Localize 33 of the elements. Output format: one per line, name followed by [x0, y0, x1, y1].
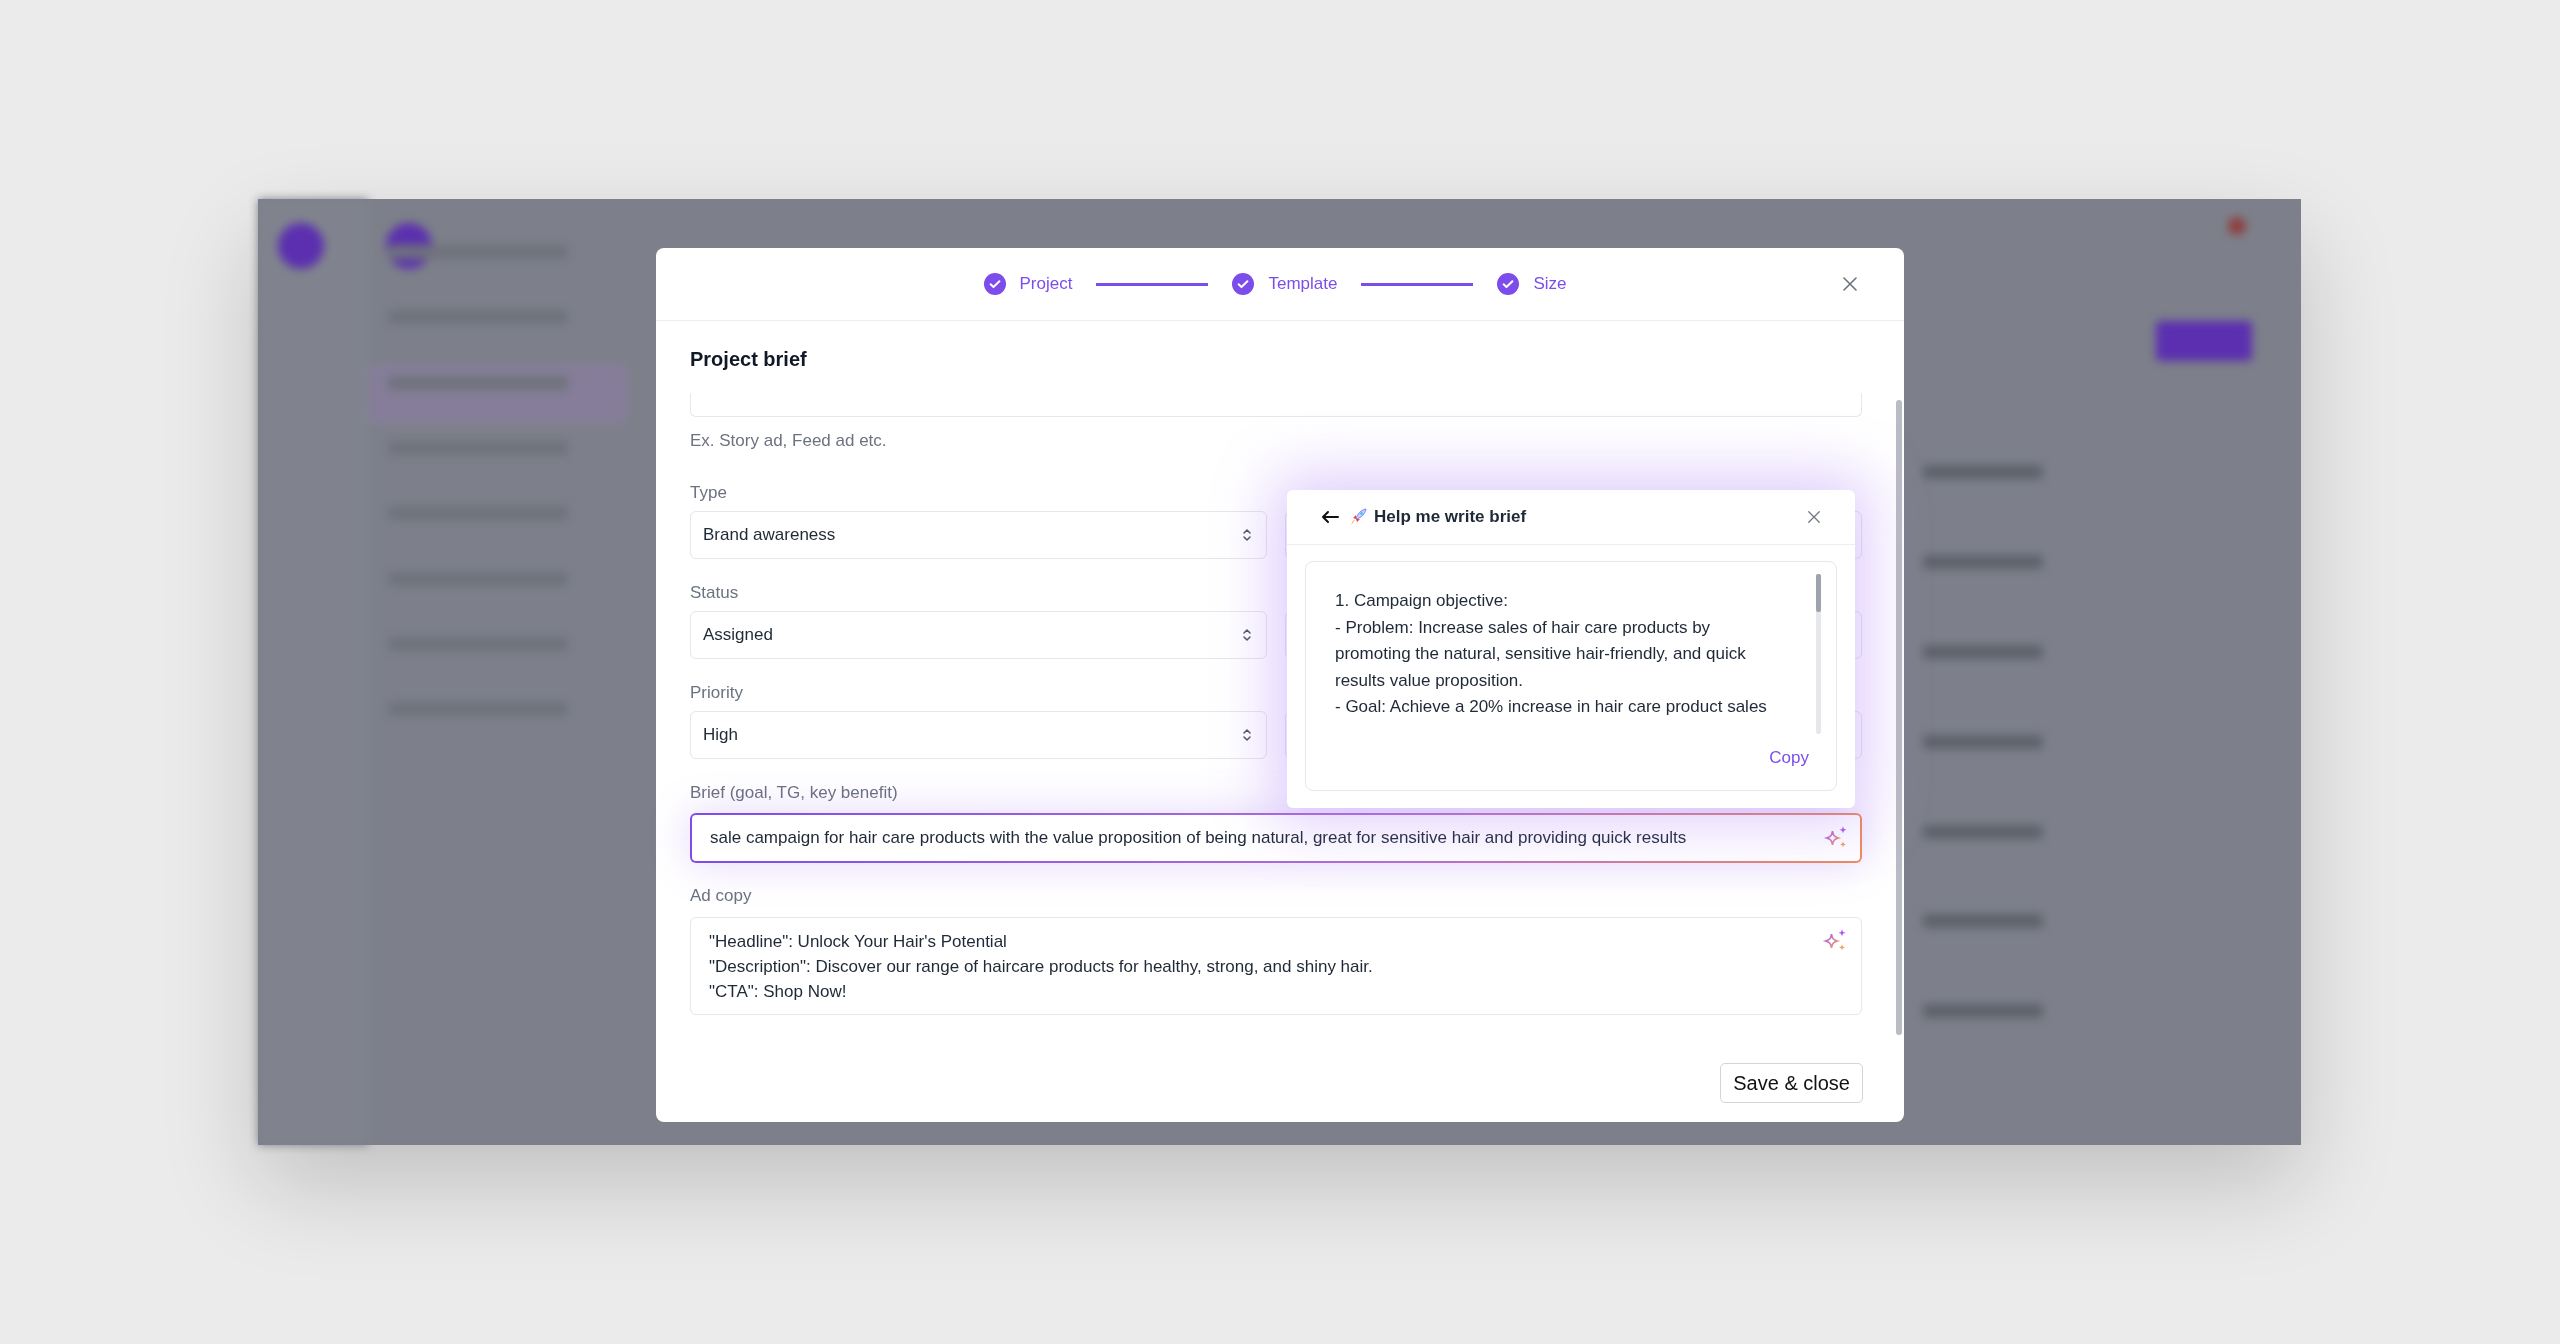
brief-suggestion-text: - Problem: Increase sales of hair care products by promoting the natural, sensitive hair-friendly, and quick results value proposition.	[1335, 616, 1747, 692]
select-field[interactable]: Assigned	[690, 611, 1267, 659]
check-circle-icon	[1232, 273, 1255, 295]
field-label: Brief (goal, TG, key benefit)	[690, 783, 898, 803]
check-circle-icon	[983, 273, 1006, 295]
scrollbar[interactable]	[1896, 400, 1902, 1035]
text-field[interactable]	[690, 393, 1862, 417]
stepper-step[interactable]: Project	[983, 273, 1073, 295]
field-label: Type	[690, 483, 727, 503]
dialog-title: Project brief	[690, 347, 808, 371]
chevron-up-down-icon	[1242, 727, 1252, 743]
check-circle-icon	[1497, 273, 1520, 295]
field-label: Priority	[690, 683, 743, 703]
stepper-step[interactable]: Size	[1497, 273, 1567, 295]
ad-copy-field[interactable]: "Headline": Unlock Your Hair's Potential "Description": Discover our range of haircare products for healthy, strong, and shiny hair. "CTA": Shop Now!	[690, 917, 1862, 1015]
close-icon[interactable]	[1842, 276, 1858, 292]
brief-input[interactable]: sale campaign for hair care products with the value proposition of being natural, great for sensitive hair and providing quick results	[690, 813, 1862, 863]
field-hint: Ex. Story ad, Feed ad etc.	[690, 431, 888, 451]
popover-title: Help me write brief	[1374, 507, 1527, 527]
brief-suggestion-text: - Goal: Achieve a 20% increase in hair care product sales	[1335, 696, 1768, 718]
stepper-step[interactable]: Template	[1232, 273, 1338, 295]
chevron-up-down-icon	[1242, 527, 1252, 543]
back-arrow-icon[interactable]	[1320, 509, 1340, 525]
save-close-button[interactable]: Save & close	[1720, 1063, 1863, 1103]
select-field[interactable]: High	[690, 711, 1267, 759]
select-field[interactable]: Brand awareness	[690, 511, 1267, 559]
copy-button[interactable]: Copy	[1769, 748, 1809, 768]
chevron-up-down-icon	[1242, 627, 1252, 643]
close-icon[interactable]	[1807, 510, 1821, 524]
field-label: Ad copy	[690, 886, 752, 906]
scrollbar[interactable]	[1816, 574, 1821, 734]
brief-suggestion-text: 1. Campaign objective:	[1335, 590, 1509, 612]
field-label: Status	[690, 583, 739, 603]
